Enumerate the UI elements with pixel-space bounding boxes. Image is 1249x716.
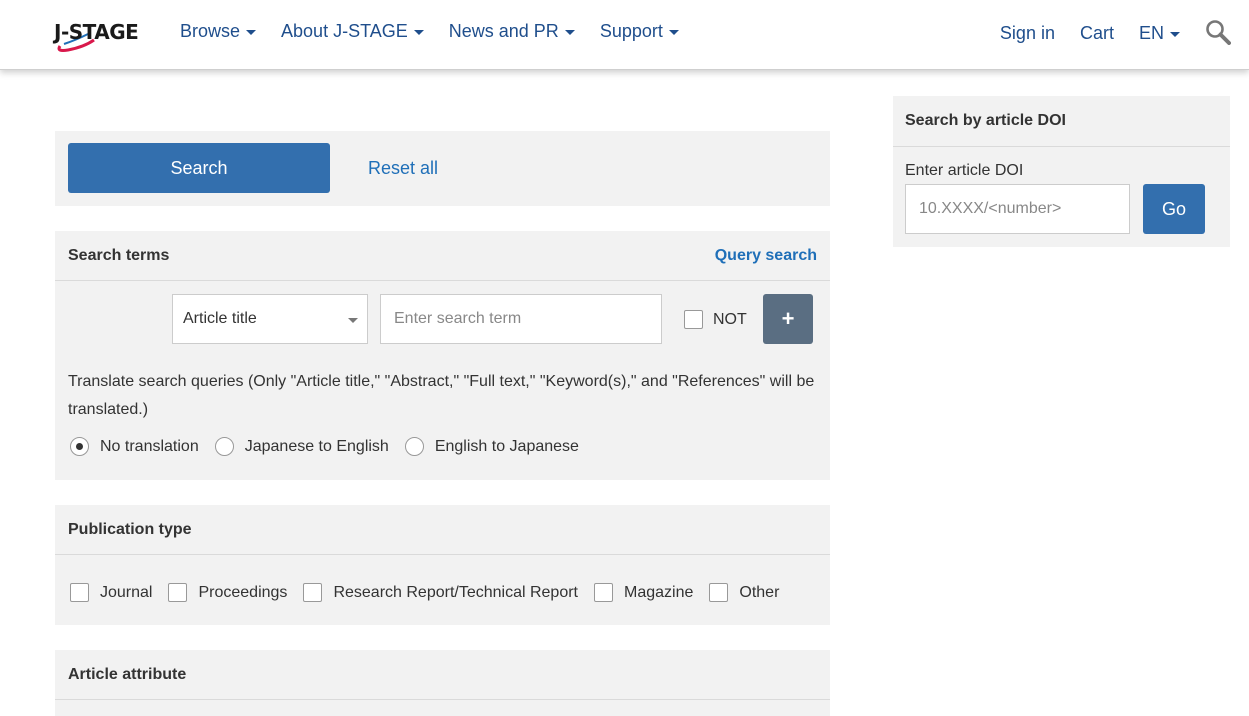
chevron-down-icon [413,30,424,35]
checkbox-research-report-label: Research Report/Technical Report [333,583,578,601]
nav-support-label: Support [599,21,663,41]
radio-japanese-to-english[interactable] [214,437,234,456]
doi-search-title: Search by article DOI [893,96,1230,147]
checkbox-research-report[interactable] [303,583,323,602]
translation-options: No translation Japanese to English Engli… [70,437,595,456]
logo-text: J-STAGE [54,20,139,44]
header-right: Sign in Cart EN [1000,19,1231,45]
radio-no-translation[interactable] [70,437,89,456]
doi-input[interactable] [905,184,1130,234]
checkbox-journal[interactable] [70,583,89,602]
language-select[interactable]: EN [1139,23,1180,44]
search-button[interactable]: Search [68,143,330,193]
search-icon[interactable] [1205,19,1231,45]
checkbox-journal-label: Journal [100,583,153,601]
search-term-input[interactable] [380,294,662,344]
add-term-button[interactable]: + [763,294,813,344]
cart-link[interactable]: Cart [1080,23,1114,44]
checkbox-magazine-label: Magazine [624,583,694,601]
site-header: J-STAGE Browse About J-STAGE News and PR… [0,0,1249,70]
nav-news[interactable]: News and PR [449,21,575,42]
chevron-down-icon [564,30,575,35]
search-field-select[interactable]: Article title [172,294,368,344]
main-nav: Browse About J-STAGE News and PR Support [180,21,704,42]
checkbox-other[interactable] [709,583,729,602]
search-field-value: Article title [183,310,257,327]
jstage-logo[interactable]: J-STAGE [54,14,146,54]
not-label: NOT [713,310,747,328]
radio-no-translation-label: No translation [100,437,199,455]
nav-news-label: News and PR [448,21,559,41]
query-search-link[interactable]: Query search [715,247,817,265]
checkbox-magazine[interactable] [594,583,613,602]
publication-type-panel: Publication type Journal Proceedings Res… [55,505,830,625]
language-label: EN [1138,22,1164,43]
nav-about-label: About J-STAGE [281,21,408,41]
not-option[interactable]: NOT [684,310,747,329]
doi-search-panel: Search by article DOI Enter article DOI … [893,96,1230,247]
search-actions-panel: Search Reset all [55,131,830,206]
chevron-down-icon [1170,31,1180,37]
nav-about[interactable]: About J-STAGE [281,21,424,42]
sign-in-link[interactable]: Sign in [1000,23,1055,44]
nav-browse[interactable]: Browse [180,21,257,42]
not-checkbox[interactable] [684,310,703,329]
chevron-down-icon [246,30,257,35]
nav-support[interactable]: Support [600,21,679,42]
doi-go-button[interactable]: Go [1143,184,1205,234]
radio-english-to-japanese-label: English to Japanese [434,437,579,455]
checkbox-proceedings[interactable] [168,583,188,602]
article-attribute-title: Article attribute [68,665,187,683]
nav-browse-label: Browse [180,21,241,41]
publication-type-header: Publication type [55,505,830,555]
translate-note: Translate search queries (Only "Article … [68,373,815,418]
search-terms-header: Search terms Query search [55,231,830,281]
publication-type-options: Journal Proceedings Research Report/Tech… [70,583,795,602]
reset-all-link[interactable]: Reset all [368,158,438,179]
doi-input-label: Enter article DOI [905,162,1024,179]
chevron-down-icon [668,30,679,35]
search-terms-title: Search terms [68,246,170,264]
search-terms-panel: Search terms Query search Article title … [55,231,830,480]
checkbox-other-label: Other [739,583,780,601]
publication-type-title: Publication type [68,520,192,538]
radio-english-to-japanese[interactable] [404,437,424,456]
radio-japanese-to-english-label: Japanese to English [244,437,389,455]
article-attribute-header: Article attribute [55,650,830,700]
checkbox-proceedings-label: Proceedings [198,583,288,601]
article-attribute-panel: Article attribute [55,650,830,716]
chevron-down-icon [348,318,358,323]
